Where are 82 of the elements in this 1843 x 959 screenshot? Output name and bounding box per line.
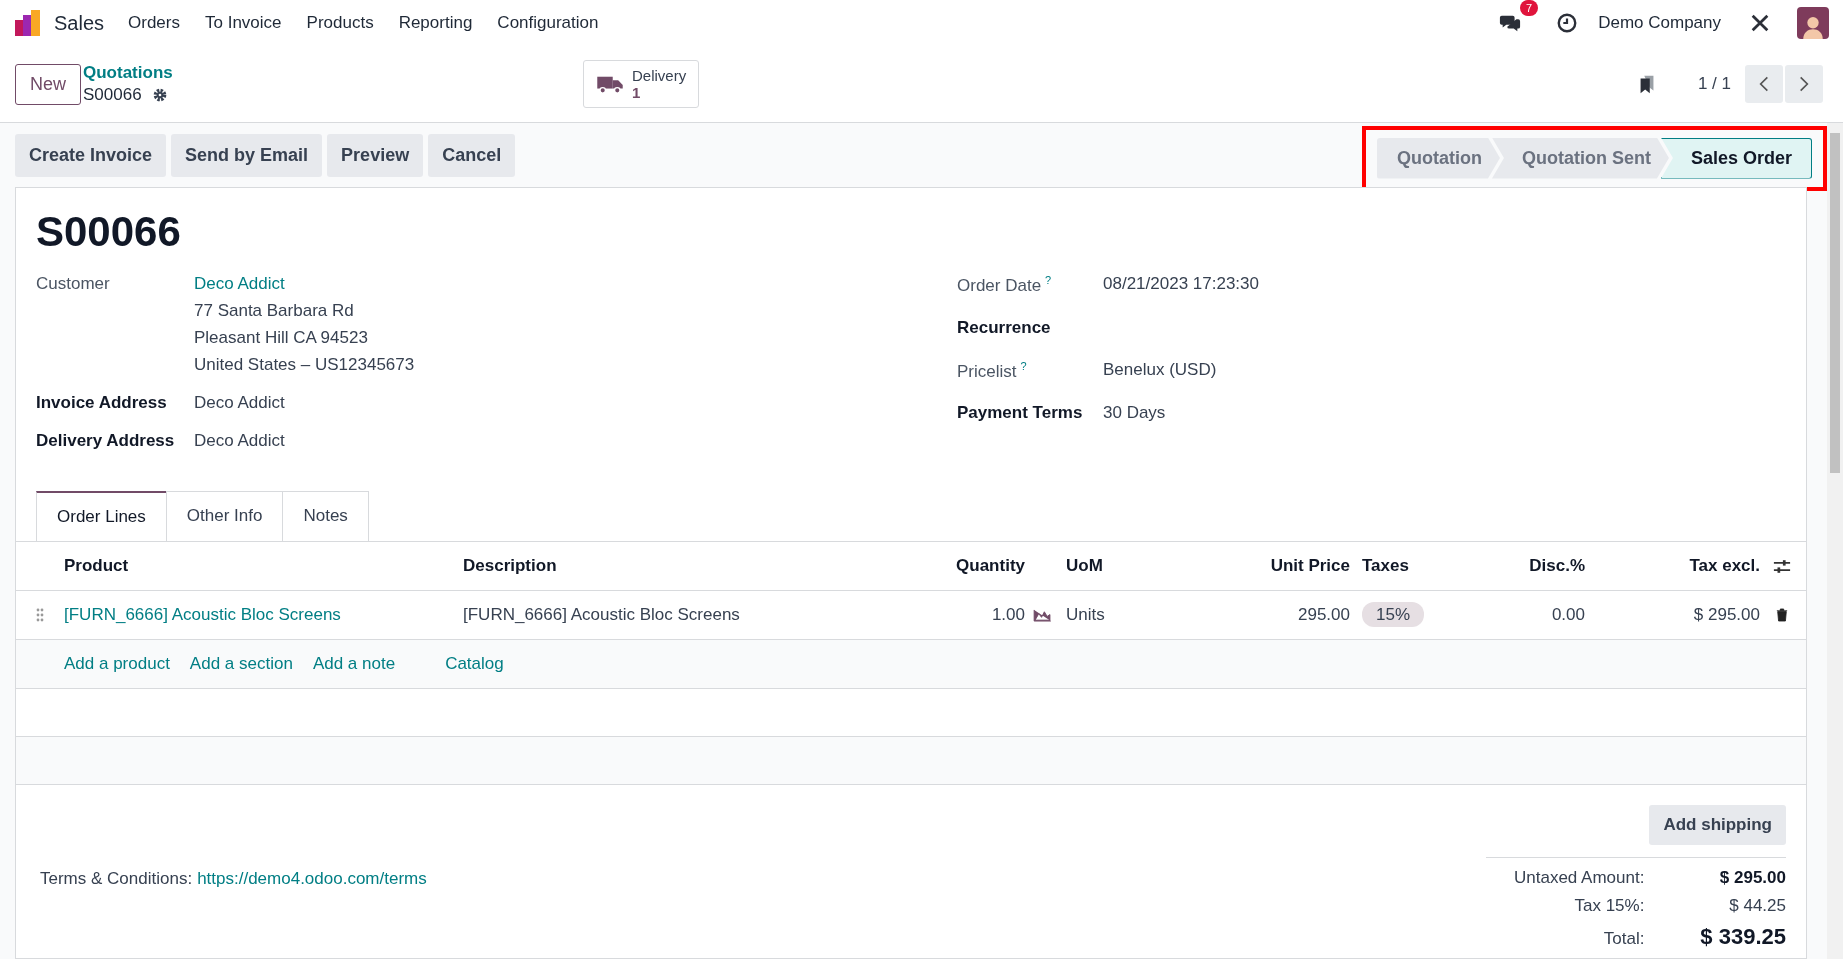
total-label: Tax 15%: [1574, 896, 1645, 916]
table-cell-text: 295.00 [1297, 605, 1350, 625]
field-value: Benelux (USD) [1103, 359, 1218, 380]
record-name: S00066 [83, 85, 142, 105]
form-tab[interactable]: Order Lines [36, 491, 167, 541]
form-tab[interactable]: Notes [282, 491, 369, 541]
field-label: Pricelist [957, 361, 1017, 381]
scrollbar[interactable] [1827, 123, 1843, 959]
action-button[interactable]: Preview [327, 133, 424, 177]
field-value: Deco Addict [194, 431, 286, 451]
truck-icon [596, 74, 624, 94]
menu-item[interactable]: To Invoice [205, 13, 282, 33]
add-line-link[interactable]: Add a note [312, 654, 396, 674]
field-label: Recurrence [957, 317, 1051, 337]
user-avatar[interactable] [1797, 7, 1829, 39]
notification-badge: 7 [1520, 0, 1539, 16]
pager-value: 1 / 1 [1697, 74, 1731, 94]
total-value: $ 44.25 [1729, 896, 1786, 916]
total-label: Total: [1603, 929, 1645, 949]
status-stage[interactable]: Quotation [1376, 137, 1500, 179]
field-value: 08/21/2023 17:23:30 [1103, 274, 1260, 294]
delivery-smart-button[interactable]: Delivery 1 [583, 60, 700, 108]
menu-item[interactable]: Products [306, 13, 374, 33]
field-value: Deco Addict [194, 393, 286, 413]
address-line: Pleasant Hill CA 94523 [194, 328, 369, 348]
address-line: 77 Santa Barbara Rd [194, 301, 355, 321]
menu-item[interactable]: Reporting [398, 13, 473, 33]
terms-link[interactable]: https://demo4.odoo.com/terms [197, 869, 427, 889]
customer-link[interactable]: Deco Addict [194, 274, 957, 294]
record-title: S00066 [36, 208, 182, 256]
terms-label: Terms & Conditions: [40, 869, 193, 889]
app-name[interactable]: Sales [54, 11, 105, 35]
table-cell-text: $ 295.00 [1692, 605, 1760, 625]
area-chart-icon[interactable] [1033, 608, 1052, 622]
trash-icon[interactable] [1776, 608, 1788, 622]
action-button[interactable]: Create Invoice [15, 133, 167, 177]
column-settings-icon[interactable] [1773, 558, 1791, 574]
address-line: United States – US12345673 [194, 355, 416, 375]
field-label: Customer [36, 274, 111, 295]
column-header[interactable]: Taxes [1350, 556, 1460, 576]
field-label: Invoice Address [36, 393, 168, 413]
menu-item[interactable]: Configuration [497, 13, 599, 33]
sales-app-logo-icon[interactable] [14, 9, 42, 37]
help-icon[interactable]: ? [1045, 274, 1052, 286]
field-value: 30 Days [1103, 403, 1167, 424]
add-shipping-button[interactable]: Add shipping [1649, 805, 1786, 845]
total-label: Untaxed Amount: [1513, 868, 1645, 888]
product-link[interactable]: [FURN_6666] Acoustic Bloc Screens [64, 605, 463, 625]
table-cell-text: 1.00 [990, 605, 1025, 625]
new-button[interactable]: New [15, 63, 81, 105]
status-stage[interactable]: Sales Order [1660, 137, 1812, 179]
column-header[interactable]: Quantity [900, 556, 1025, 576]
menu-item[interactable]: Orders [128, 13, 180, 33]
add-line-link[interactable]: Add a section [189, 654, 293, 674]
settings-icon[interactable] [151, 87, 168, 103]
breadcrumb-link[interactable]: Quotations [83, 63, 583, 83]
column-header[interactable]: Product [64, 556, 463, 576]
table-cell-text: 0.00 [1550, 605, 1585, 625]
chevron-right-icon [1799, 75, 1809, 93]
status-stage[interactable]: Quotation Sent [1491, 137, 1669, 179]
help-icon[interactable]: ? [1020, 359, 1027, 372]
total-value: $ 295.00 [1719, 868, 1786, 888]
action-button[interactable]: Send by Email [171, 133, 323, 177]
column-header[interactable]: Disc.% [1460, 556, 1585, 576]
company-switcher[interactable]: Demo Company [1598, 13, 1721, 33]
column-header[interactable]: Description [463, 556, 900, 576]
action-button[interactable]: Cancel [428, 133, 516, 177]
field-label: Delivery Address [36, 431, 176, 451]
drag-handle-icon[interactable] [36, 608, 44, 622]
table-cell-text: [FURN_6666] Acoustic Bloc Screens [463, 605, 741, 625]
column-header[interactable]: Tax excl. [1585, 556, 1760, 576]
column-header[interactable]: UoM [1060, 556, 1230, 576]
field-label: Order Date [957, 275, 1042, 295]
total-value: $ 339.25 [1700, 924, 1786, 950]
add-line-link[interactable]: Add a product [64, 654, 170, 674]
add-line-link[interactable]: Catalog [445, 654, 504, 674]
table-cell-text: Units [1065, 605, 1106, 625]
chevron-left-icon [1759, 75, 1769, 93]
column-header[interactable]: Unit Price [1230, 556, 1350, 576]
field-label: Payment Terms [957, 403, 1083, 423]
clock-icon[interactable] [1556, 12, 1579, 34]
tax-tag: 15% [1362, 602, 1425, 627]
